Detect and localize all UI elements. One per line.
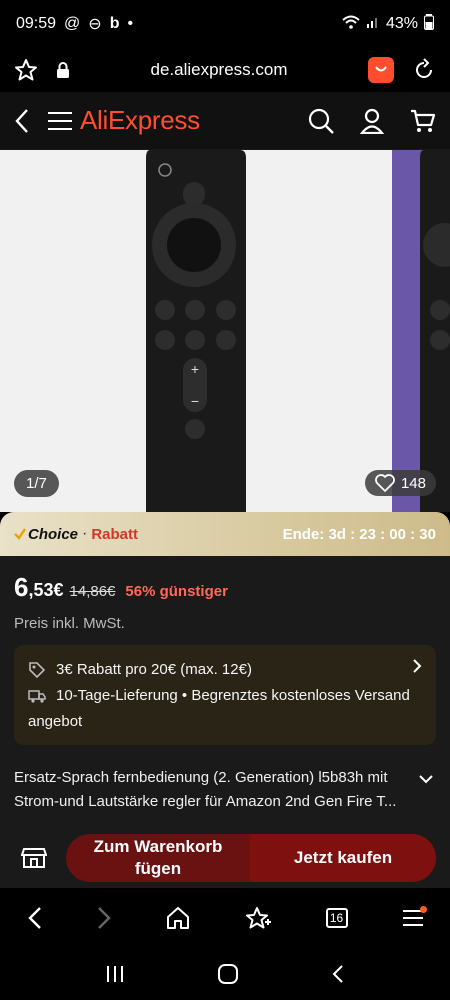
- wishlist-button[interactable]: 148: [364, 470, 436, 496]
- battery-level: 43%: [385, 15, 418, 32]
- buy-now-button[interactable]: Jetzt kaufen: [250, 834, 436, 882]
- delivery-text-continued: angebot: [28, 713, 83, 730]
- browser-bottom-nav: 16: [0, 888, 450, 948]
- promo-bar: Choice · Rabatt Ende: 3d : 23 : 00 : 30: [0, 512, 450, 556]
- chevron-right-icon[interactable]: [412, 657, 422, 683]
- browser-address-bar: de.aliexpress.com: [0, 48, 450, 92]
- aliexpress-logo[interactable]: AliExpress: [80, 105, 200, 136]
- dot-icon: •: [127, 15, 134, 32]
- account-icon[interactable]: [360, 108, 384, 134]
- add-to-cart-button[interactable]: Zum Warenkorb fügen: [66, 834, 250, 882]
- cart-icon[interactable]: [410, 108, 436, 134]
- coupon-row[interactable]: 3€ Rabatt pro 20€ (max. 12€): [28, 657, 422, 683]
- price-currency: €: [53, 580, 64, 600]
- tag-icon: [28, 661, 46, 679]
- truck-icon: [28, 688, 46, 704]
- delivery-row-continued: angebot: [28, 709, 422, 735]
- product-title-section[interactable]: Ersatz-Sprach fernbedienung (2. Generati…: [0, 756, 450, 836]
- status-time: 09:59: [16, 15, 57, 32]
- svg-text:+: +: [191, 361, 199, 377]
- price-whole: 6: [14, 572, 29, 602]
- check-icon: [14, 528, 26, 540]
- delivery-row: 10-Tage-Lieferung • Begrenztes kostenlos…: [28, 683, 422, 709]
- tabs-button[interactable]: 16: [325, 908, 348, 928]
- likes-count: 148: [400, 474, 426, 492]
- notification-dot: [419, 906, 427, 913]
- product-image-gallery[interactable]: + − 1/7 148: [0, 150, 450, 512]
- reload-icon[interactable]: [412, 58, 436, 82]
- status-bar: 09:59 @ ⊖ b • 43%: [0, 0, 450, 48]
- add-to-cart-line2: fügen: [134, 859, 182, 878]
- chevron-down-icon[interactable]: [418, 768, 434, 792]
- image-counter: 1/7: [14, 470, 59, 497]
- store-icon: [21, 848, 47, 868]
- system-home-icon[interactable]: [217, 963, 239, 985]
- browser-back-icon[interactable]: [27, 906, 42, 930]
- url-text[interactable]: de.aliexpress.com: [70, 60, 368, 80]
- buy-bar: Zum Warenkorb fügen Jetzt kaufen: [0, 826, 450, 888]
- discount-label: 56% günstiger: [125, 583, 228, 600]
- lock-icon: [56, 62, 70, 78]
- countdown: Ende: 3d : 23 : 00 : 30: [282, 525, 436, 543]
- recent-apps-icon[interactable]: [106, 965, 124, 983]
- add-to-cart-line1: Zum Warenkorb: [93, 837, 223, 856]
- bing-icon: b: [109, 15, 120, 32]
- home-icon[interactable]: [166, 906, 190, 930]
- bookmark-star-icon[interactable]: [14, 58, 38, 82]
- choice-badge: Choice: [14, 526, 78, 543]
- bookmarks-icon[interactable]: [245, 906, 271, 930]
- offer-box[interactable]: 3€ Rabatt pro 20€ (max. 12€) 10-Tage-Lie…: [14, 645, 436, 745]
- choice-label: Choice: [28, 525, 79, 543]
- delivery-text: 10-Tage-Lieferung • Begrenztes kostenlos…: [56, 687, 410, 704]
- store-button[interactable]: [14, 845, 54, 869]
- menu-icon[interactable]: [48, 111, 72, 131]
- wifi-icon: [342, 15, 360, 34]
- system-back-icon[interactable]: [332, 964, 344, 984]
- original-price: 14,86€: [69, 583, 116, 600]
- aliexpress-app-icon[interactable]: [368, 57, 394, 83]
- search-icon[interactable]: [308, 108, 334, 134]
- signal-icon: [366, 15, 380, 34]
- at-icon: @: [64, 15, 81, 32]
- product-title: Ersatz-Sprach fernbedienung (2. Generati…: [14, 769, 397, 810]
- coupon-text: 3€ Rabatt pro 20€ (max. 12€): [56, 661, 252, 678]
- current-price: 6,53€: [14, 572, 64, 603]
- tabs-count: 16: [325, 908, 348, 928]
- product-image: + −: [0, 150, 450, 512]
- promo-separator: ·: [82, 525, 88, 542]
- browser-forward-icon[interactable]: [97, 906, 111, 930]
- svg-text:−: −: [191, 393, 199, 409]
- price-cents: ,53: [28, 580, 54, 600]
- heart-icon: [375, 474, 395, 492]
- back-icon[interactable]: [14, 108, 30, 134]
- dnd-icon: ⊖: [88, 16, 102, 33]
- rabatt-label: Rabatt: [91, 525, 139, 543]
- system-nav-bar: [0, 948, 450, 1000]
- battery-icon: [424, 13, 434, 35]
- app-header: AliExpress: [0, 92, 450, 150]
- browser-menu-icon[interactable]: [402, 906, 427, 927]
- tax-note: Preis inkl. MwSt.: [14, 615, 125, 632]
